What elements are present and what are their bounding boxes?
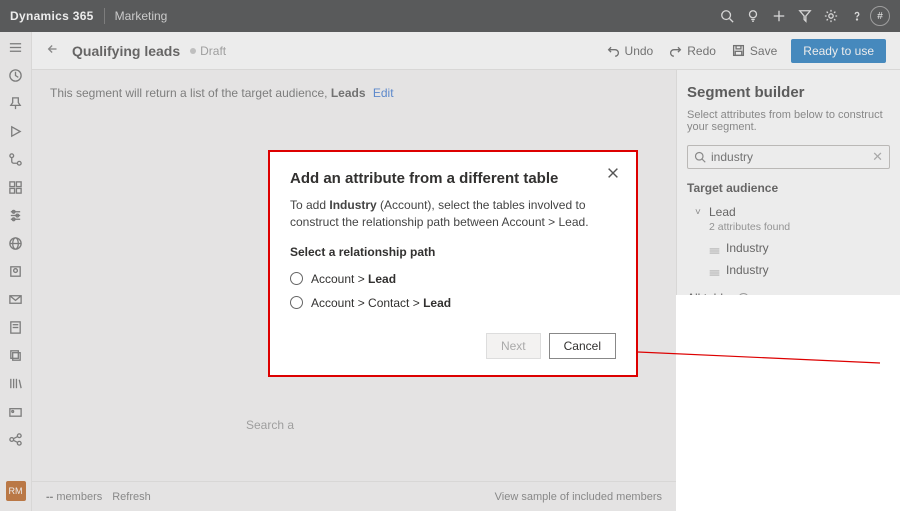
field-icon (709, 354, 720, 362)
filter-icon[interactable] (792, 3, 818, 29)
tree-node-eventreg[interactable]: › Event Registration (687, 375, 890, 397)
session-label: Session (709, 415, 752, 429)
lead-label: Lead (709, 205, 736, 219)
play-icon[interactable] (7, 122, 25, 140)
path-option-2[interactable]: Account > Contact > Lead (290, 291, 616, 315)
segment-description: This segment will return a list of the t… (50, 86, 394, 100)
search-hint: Search a (246, 418, 294, 432)
globe-icon[interactable] (7, 234, 25, 252)
menu-icon[interactable] (7, 38, 25, 56)
left-nav-rail: RM (0, 32, 32, 511)
eventreg-count: 2 attributes found (687, 395, 890, 407)
next-button[interactable]: Next (486, 333, 541, 359)
segment-builder-pane: Segment builder Select attributes from b… (676, 70, 900, 511)
close-button[interactable] (606, 166, 622, 182)
chevron-right-icon: › (695, 381, 705, 392)
copy-icon[interactable] (7, 346, 25, 364)
refresh-link[interactable]: Refresh (112, 491, 151, 503)
pane-subtitle: Select attributes from below to construc… (687, 109, 890, 133)
undo-button[interactable]: Undo (599, 40, 662, 62)
ready-button[interactable]: Ready to use (791, 39, 886, 63)
clock-icon[interactable] (7, 66, 25, 84)
tree-node-account[interactable]: ˅ Account (687, 311, 890, 333)
account-label: Account (709, 315, 752, 329)
back-button[interactable] (46, 42, 64, 59)
account-count: 1 attributes found (687, 331, 890, 343)
account-attr-industry[interactable]: Industry + (687, 347, 890, 369)
form-icon[interactable] (7, 318, 25, 336)
page-title: Qualifying leads (72, 43, 180, 59)
save-label: Save (750, 44, 777, 58)
save-button[interactable]: Save (724, 40, 785, 62)
settings-icon[interactable] (7, 206, 25, 224)
mail-icon[interactable] (7, 290, 25, 308)
add-attribute-button[interactable]: + (870, 350, 886, 366)
chevron-down-icon: ˅ (695, 207, 705, 218)
user-avatar[interactable]: # (870, 6, 890, 26)
undo-label: Undo (625, 44, 654, 58)
sample-link[interactable]: View sample of included members (495, 491, 662, 503)
module-name: Marketing (115, 9, 168, 23)
all-tables-tree: ˅ Account 1 attributes found Industry + ›… (687, 311, 890, 443)
desc-audience: Leads (331, 86, 366, 100)
leaf-label: Industry (726, 241, 769, 255)
leaf-label: Industry (726, 263, 769, 277)
attribute-search[interactable]: ✕ (687, 145, 890, 169)
persona-badge[interactable]: RM (6, 481, 26, 501)
clear-search-icon[interactable]: ✕ (872, 149, 883, 165)
help-icon[interactable] (844, 3, 870, 29)
session-count: 1 attributes found (687, 431, 890, 443)
journey-icon[interactable] (7, 150, 25, 168)
path-option-1[interactable]: Account > Lead (290, 267, 616, 291)
divider (104, 8, 105, 24)
cancel-button[interactable]: Cancel (549, 333, 616, 359)
gear-icon[interactable] (818, 3, 844, 29)
search-icon (694, 151, 706, 163)
pin-icon[interactable] (7, 94, 25, 112)
dialog-body: To add Industry (Account), select the ta… (290, 197, 616, 231)
dialog-title: Add an attribute from a different table (290, 170, 616, 187)
tree-node-lead[interactable]: ˅ Lead (687, 201, 890, 223)
target-audience-label: Target audience (687, 181, 890, 195)
field-icon (709, 244, 720, 252)
all-tables-label: All tablesi (687, 291, 890, 305)
contacts-icon[interactable] (7, 262, 25, 280)
field-icon (709, 266, 720, 274)
member-label: members (56, 491, 102, 503)
desc-text: This segment will return a list of the t… (50, 86, 327, 100)
app-bar: Dynamics 365 Marketing # (0, 0, 900, 32)
pane-title: Segment builder (687, 84, 890, 101)
relationship-path-dialog: Add an attribute from a different table … (268, 150, 638, 377)
lead-attr-industry-1[interactable]: Industry (687, 237, 890, 259)
lead-attr-industry-2[interactable]: Industry (687, 259, 890, 281)
info-icon[interactable]: i (738, 293, 749, 304)
lead-count: 2 attributes found (687, 221, 890, 233)
radio-icon (290, 272, 303, 285)
redo-button[interactable]: Redo (661, 40, 724, 62)
share-icon[interactable] (7, 430, 25, 448)
plus-icon[interactable] (766, 3, 792, 29)
asset-icon[interactable] (7, 402, 25, 420)
member-count: -- (46, 491, 53, 503)
search-input[interactable] (711, 150, 872, 164)
tree-node-session[interactable]: › Session (687, 411, 890, 433)
chevron-right-icon: › (695, 417, 705, 428)
search-icon[interactable] (714, 3, 740, 29)
eventreg-label: Event Registration (709, 379, 807, 393)
chevron-down-icon: ˅ (695, 317, 705, 328)
dialog-select-label: Select a relationship path (290, 245, 616, 259)
target-tree: ˅ Lead 2 attributes found Industry Indust… (687, 201, 890, 281)
status-badge: Draft (190, 44, 226, 58)
radio-icon (290, 296, 303, 309)
grid-icon[interactable] (7, 178, 25, 196)
leaf-label: Industry (726, 351, 769, 365)
redo-label: Redo (687, 44, 716, 58)
footer: -- members Refresh View sample of includ… (32, 481, 676, 511)
page-header: Qualifying leads Draft Undo Redo Save Re… (32, 32, 900, 70)
library-icon[interactable] (7, 374, 25, 392)
lightbulb-icon[interactable] (740, 3, 766, 29)
edit-link[interactable]: Edit (373, 86, 394, 100)
brand: Dynamics 365 (10, 9, 94, 23)
